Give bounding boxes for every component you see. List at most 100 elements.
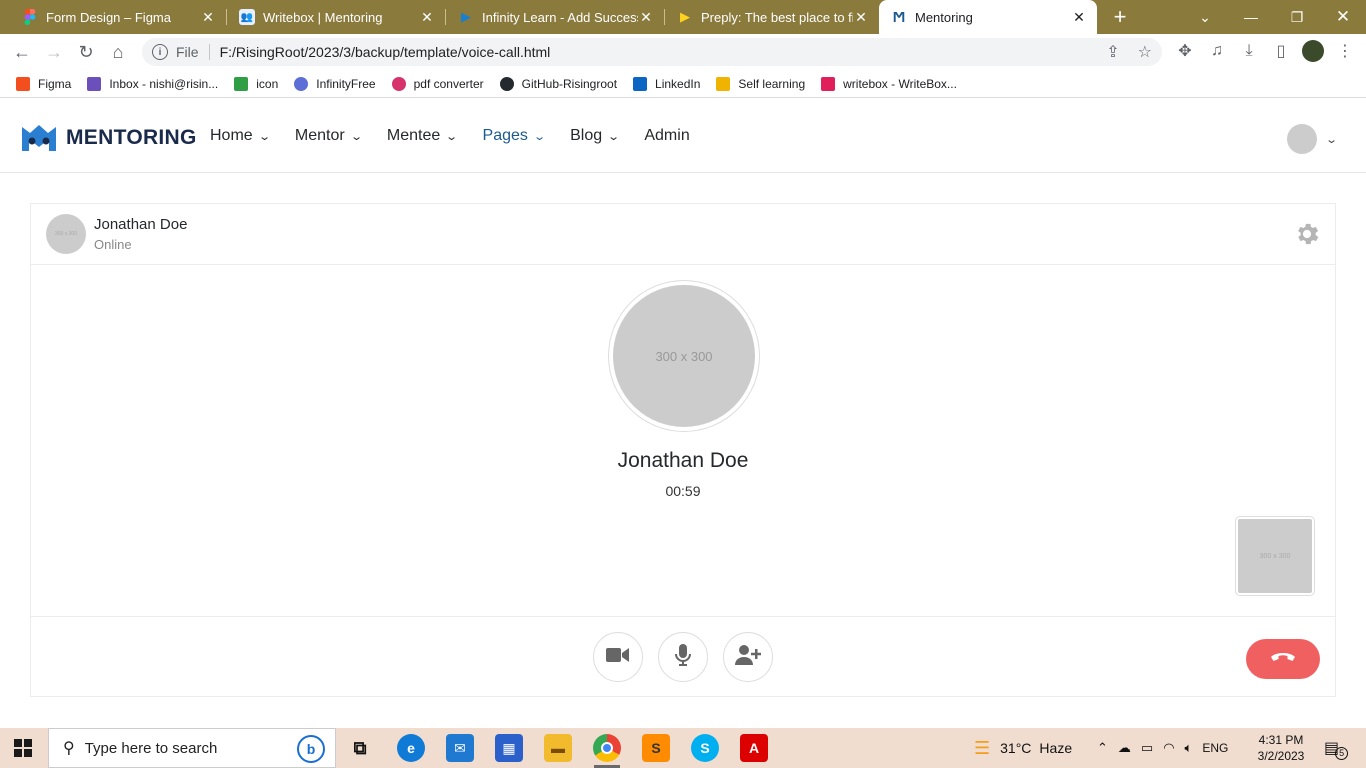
main-nav: Home ⌄ Mentor ⌄ Mentee ⌄ Pages ⌄ Blog ⌄ Admin [210, 127, 716, 145]
bookmark-star-icon[interactable]: ☆ [1138, 42, 1152, 62]
bookmark-self-learning[interactable]: Self learning [716, 76, 805, 91]
notification-center-icon[interactable]: ▤ 5 [1324, 728, 1349, 768]
weather-widget[interactable]: ☰ 31°C Haze [974, 728, 1072, 768]
preply-icon: ▶ [680, 9, 690, 24]
call-timer: 00:59 [665, 483, 701, 499]
bookmark-writebox[interactable]: writebox - WriteBox... [821, 76, 957, 91]
mail-icon[interactable]: ✉ [446, 734, 474, 762]
close-tab-icon[interactable]: ✕ [853, 9, 869, 26]
nav-admin[interactable]: Admin [644, 127, 689, 145]
tab-title: Writebox | Mentoring [263, 9, 383, 25]
forward-icon[interactable]: → [42, 40, 66, 64]
chevron-down-icon: ⌄ [533, 130, 546, 143]
bookmark-infinityfree[interactable]: InfinityFree [294, 76, 376, 91]
nav-label: Blog [570, 127, 603, 144]
site-logo[interactable]: MENTORING [20, 123, 197, 153]
tab-mentoring[interactable]: Ϻ Mentoring ✕ [879, 0, 1097, 34]
share-icon[interactable]: ⇪ [1106, 42, 1119, 62]
end-call-button[interactable] [1246, 639, 1320, 679]
nav-pages[interactable]: Pages ⌄ [482, 127, 546, 145]
bookmark-label: GitHub-Risingroot [521, 76, 618, 91]
page-content: MENTORING Home ⌄ Mentor ⌄ Mentee ⌄ Pages ⌄ B… [0, 103, 1366, 728]
clock[interactable]: 4:31 PM 3/2/2023 [1250, 732, 1312, 764]
tab-title: Mentoring [915, 9, 973, 25]
hang-up-icon [1270, 650, 1296, 668]
address-bar[interactable]: i File F:/RisingRoot/2023/3/backup/templ… [142, 38, 1162, 66]
battery-icon[interactable]: ▭ [1141, 740, 1153, 756]
bookmark-figma[interactable]: Figma [16, 76, 71, 91]
url-divider [208, 44, 210, 60]
close-tab-icon[interactable]: ✕ [200, 9, 216, 26]
language-indicator[interactable]: ENG [1202, 741, 1228, 755]
tab-infinity-learn[interactable]: ▶ Infinity Learn - Add Success t ✕ [446, 0, 664, 34]
edge-icon[interactable]: e [397, 734, 425, 762]
mentoring-logo-icon [20, 123, 58, 153]
bookmark-label: InfinityFree [316, 76, 376, 91]
chevron-up-icon[interactable]: ⌃ [1097, 740, 1108, 756]
minimize-button[interactable]: — [1228, 0, 1274, 34]
chrome-icon[interactable] [593, 734, 621, 762]
nav-label: Pages [482, 127, 528, 144]
profile-avatar[interactable] [1302, 40, 1324, 62]
call-header: 300 x 300 Jonathan Doe Online [31, 204, 1335, 265]
downloads-icon[interactable]: ⤓ [1238, 40, 1260, 62]
media-control-icon[interactable]: ♫ [1206, 40, 1228, 62]
bookmark-inbox[interactable]: Inbox - nishi@risin... [87, 76, 218, 91]
tab-title: Form Design – Figma [46, 9, 171, 25]
callee-avatar: 300 x 300 [609, 281, 759, 431]
nav-home[interactable]: Home ⌄ [210, 127, 271, 145]
search-icon: ⚲ [63, 740, 75, 757]
reload-icon[interactable]: ↻ [74, 40, 98, 64]
toggle-mic-button[interactable] [658, 632, 708, 682]
bing-icon[interactable]: b [297, 735, 325, 763]
taskbar-search[interactable]: ⚲ Type here to search b [48, 728, 336, 768]
call-body: 300 x 300 Jonathan Doe 00:59 300 x 300 [31, 265, 1335, 616]
figma-icon [16, 76, 30, 91]
restore-button[interactable]: ❐ [1274, 0, 1320, 34]
store-icon[interactable]: ▦ [495, 734, 523, 762]
tab-figma[interactable]: Form Design – Figma ✕ [0, 0, 226, 34]
nav-mentor[interactable]: Mentor ⌄ [295, 127, 363, 145]
task-view-icon[interactable]: ⧉ [346, 734, 374, 762]
onedrive-icon[interactable]: ☁ [1118, 740, 1131, 756]
bookmark-pdf-converter[interactable]: pdf converter [391, 76, 484, 91]
new-tab-button[interactable]: + [1108, 5, 1132, 29]
add-participant-button[interactable] [723, 632, 773, 682]
address-toolbar: ← → ↻ ⌂ i File F:/RisingRoot/2023/3/back… [0, 34, 1366, 70]
close-tab-icon[interactable]: ✕ [419, 9, 435, 26]
close-window-button[interactable]: ✕ [1320, 0, 1366, 34]
windows-start-icon[interactable] [14, 739, 32, 757]
toggle-video-button[interactable] [593, 632, 643, 682]
self-video-preview[interactable]: 300 x 300 [1236, 517, 1314, 595]
more-menu-icon[interactable]: ⋮ [1334, 40, 1356, 62]
extensions-icon[interactable]: ✥ [1174, 40, 1196, 62]
side-panel-icon[interactable]: ▯ [1270, 40, 1292, 62]
tab-writebox[interactable]: 👥 Writebox | Mentoring ✕ [227, 0, 445, 34]
back-icon[interactable]: ← [10, 40, 34, 64]
user-menu[interactable]: ⌄ [1287, 124, 1338, 154]
gear-icon[interactable] [1293, 220, 1321, 248]
bookmark-linkedin[interactable]: LinkedIn [633, 76, 700, 91]
avatar[interactable] [1287, 124, 1317, 154]
bookmark-github[interactable]: GitHub-Risingroot [499, 76, 618, 91]
volume-icon[interactable]: 🔈︎ [1185, 740, 1193, 756]
home-icon[interactable]: ⌂ [106, 40, 130, 64]
file-explorer-icon[interactable]: ▬ [544, 734, 572, 762]
nav-blog[interactable]: Blog ⌄ [570, 127, 620, 145]
infinity-learn-icon: ▶ [461, 9, 471, 24]
sublime-text-icon[interactable]: S [642, 734, 670, 762]
bookmark-icon[interactable]: icon [234, 76, 278, 91]
wifi-icon[interactable]: ◠ [1163, 740, 1174, 756]
acrobat-icon[interactable]: A [740, 734, 768, 762]
tab-preply[interactable]: ▶ Preply: The best place to find ✕ [665, 0, 879, 34]
close-tab-icon[interactable]: ✕ [638, 9, 654, 26]
close-tab-icon[interactable]: ✕ [1071, 9, 1087, 26]
nav-label: Admin [644, 127, 690, 144]
url-text[interactable]: F:/RisingRoot/2023/3/backup/template/voi… [220, 44, 551, 60]
nav-mentee[interactable]: Mentee ⌄ [387, 127, 458, 145]
clock-date: 3/2/2023 [1257, 749, 1305, 763]
skype-icon[interactable]: S [691, 734, 719, 762]
site-info-icon[interactable]: i [152, 44, 168, 60]
tab-search-icon[interactable]: ⌄ [1182, 0, 1228, 34]
logo-text: MENTORING [66, 126, 197, 149]
